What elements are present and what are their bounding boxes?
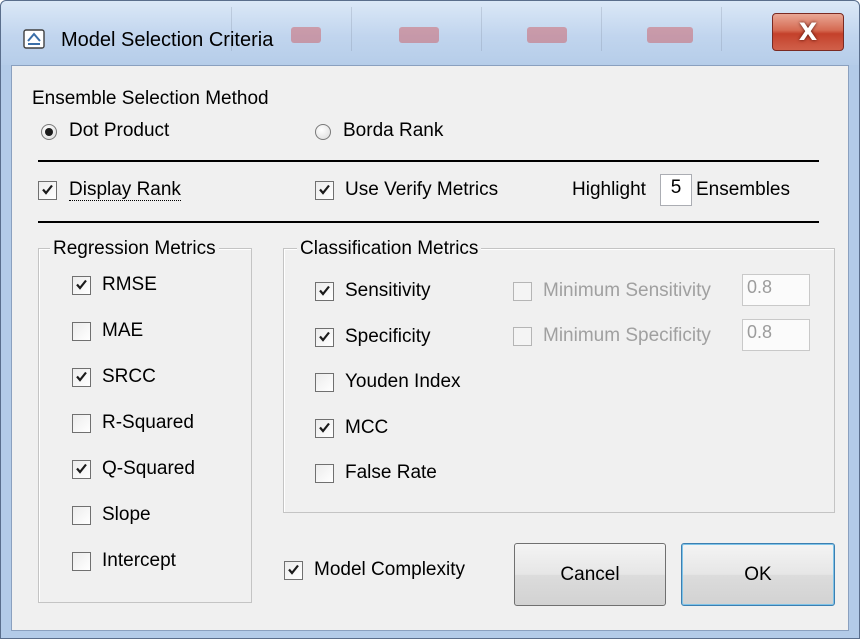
mae-label[interactable]: MAE (102, 320, 143, 342)
cancel-button-label: Cancel (560, 563, 620, 585)
use-verify-metrics-checkbox[interactable] (315, 181, 334, 200)
radio-selected-dot (45, 128, 53, 136)
check-icon (319, 285, 330, 296)
intercept-label[interactable]: Intercept (102, 550, 176, 572)
srcc-label[interactable]: SRCC (102, 366, 156, 388)
borda-rank-label[interactable]: Borda Rank (343, 120, 443, 142)
highlight-label: Highlight (572, 179, 646, 200)
minimum-specificity-checkbox[interactable] (513, 327, 532, 346)
ensemble-method-legend: Ensemble Selection Method (32, 88, 269, 110)
q-squared-checkbox[interactable] (72, 460, 91, 479)
intercept-checkbox[interactable] (72, 552, 91, 571)
rmse-checkbox[interactable] (72, 276, 91, 295)
mcc-checkbox[interactable] (315, 418, 334, 438)
dot-product-label[interactable]: Dot Product (69, 120, 169, 142)
specificity-checkbox[interactable] (315, 327, 334, 347)
model-complexity-label[interactable]: Model Complexity (314, 559, 465, 581)
sensitivity-label[interactable]: Sensitivity (345, 280, 431, 302)
highlight-count-input[interactable]: 5 (660, 174, 692, 206)
regression-metrics-legend: Regression Metrics (50, 238, 219, 260)
background-divider (351, 7, 352, 51)
ok-button[interactable]: OK (681, 543, 835, 606)
classification-metrics-legend: Classification Metrics (297, 238, 482, 260)
check-icon (288, 564, 299, 575)
youden-index-checkbox[interactable] (315, 373, 334, 392)
r-squared-checkbox[interactable] (72, 414, 91, 433)
minimum-specificity-input[interactable]: 0.8 (742, 319, 810, 351)
background-divider (721, 7, 722, 51)
check-icon (76, 371, 87, 382)
check-icon (42, 184, 53, 195)
display-rank-text: Display Rank (69, 179, 181, 201)
q-squared-label[interactable]: Q-Squared (102, 458, 195, 480)
background-value (527, 27, 567, 43)
separator-line (38, 160, 819, 162)
ensembles-label: Ensembles (696, 179, 790, 200)
background-divider (601, 7, 602, 51)
dialog-window: Model Selection Criteria X Ensemble Sele… (0, 0, 860, 639)
minimum-sensitivity-input[interactable]: 0.8 (742, 274, 810, 306)
false-rate-checkbox[interactable] (315, 464, 334, 483)
false-rate-label[interactable]: False Rate (345, 462, 437, 484)
check-icon (319, 184, 330, 195)
window-title: Model Selection Criteria (61, 29, 274, 51)
app-icon (23, 29, 45, 49)
check-icon (76, 279, 87, 290)
mcc-label[interactable]: MCC (345, 417, 388, 439)
ok-button-label: OK (744, 563, 772, 585)
background-value (291, 27, 321, 43)
mae-checkbox[interactable] (72, 322, 91, 341)
slope-label[interactable]: Slope (102, 504, 151, 526)
minimum-sensitivity-checkbox[interactable] (513, 282, 532, 301)
background-value (647, 27, 693, 43)
rmse-label[interactable]: RMSE (102, 274, 157, 296)
title-bar[interactable]: Model Selection Criteria X (1, 1, 859, 65)
youden-index-label[interactable]: Youden Index (345, 371, 461, 393)
display-rank-checkbox[interactable] (38, 181, 57, 200)
close-button[interactable]: X (772, 13, 844, 51)
check-icon (319, 331, 330, 342)
background-value (399, 27, 439, 43)
specificity-label[interactable]: Specificity (345, 326, 431, 348)
borda-rank-radio[interactable] (315, 124, 331, 140)
minimum-sensitivity-label: Minimum Sensitivity (543, 280, 711, 301)
check-icon (76, 463, 87, 474)
check-icon (319, 422, 330, 433)
minimum-specificity-label: Minimum Specificity (543, 325, 711, 346)
close-icon: X (798, 18, 818, 46)
use-verify-metrics-label[interactable]: Use Verify Metrics (345, 179, 498, 201)
display-rank-label[interactable]: Display Rank (69, 179, 181, 201)
dialog-client-area: Ensemble Selection Method Dot Product Bo… (11, 65, 849, 631)
srcc-checkbox[interactable] (72, 368, 91, 387)
sensitivity-checkbox[interactable] (315, 282, 334, 301)
background-divider (481, 7, 482, 51)
model-complexity-checkbox[interactable] (284, 561, 303, 580)
r-squared-label[interactable]: R-Squared (102, 412, 194, 434)
slope-checkbox[interactable] (72, 506, 91, 525)
separator-line (38, 221, 819, 223)
dot-product-radio[interactable] (41, 124, 57, 140)
cancel-button[interactable]: Cancel (514, 543, 666, 606)
